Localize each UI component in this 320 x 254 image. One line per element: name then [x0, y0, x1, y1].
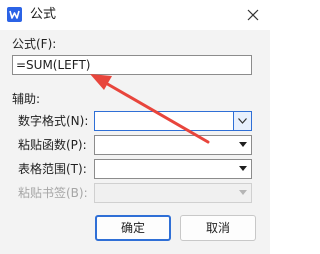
close-icon [247, 9, 259, 21]
cancel-button[interactable]: 取消 [180, 215, 256, 241]
dialog-title: 公式 [30, 7, 57, 22]
number-format-select[interactable] [94, 111, 252, 131]
paste-function-label: 粘贴函数(P): [18, 138, 87, 152]
number-format-dropdown-button[interactable] [233, 112, 251, 130]
close-button[interactable] [236, 0, 270, 30]
formula-label: 公式(F): [12, 37, 57, 51]
number-format-label: 数字格式(N): [18, 114, 89, 128]
table-range-label: 表格范围(T): [18, 162, 87, 176]
assist-label: 辅助: [12, 92, 41, 106]
formula-dialog: 公式 公式(F): =SUM(LEFT) 辅助: 数字格式(N): 粘贴函数(P… [0, 0, 270, 254]
wps-writer-icon [7, 7, 22, 22]
formula-input[interactable]: =SUM(LEFT) [12, 55, 252, 75]
ok-button[interactable]: 确定 [95, 215, 171, 241]
paste-bookmark-select [94, 183, 252, 203]
paste-bookmark-label: 粘贴书签(B): [18, 186, 88, 200]
paste-function-select[interactable] [94, 135, 252, 155]
dropdown-arrow-icon [239, 166, 247, 171]
chevron-down-icon [238, 118, 247, 124]
dropdown-arrow-icon [239, 142, 247, 147]
title-bar: 公式 [0, 0, 270, 30]
dropdown-arrow-icon [239, 190, 247, 195]
table-range-select[interactable] [94, 159, 252, 179]
